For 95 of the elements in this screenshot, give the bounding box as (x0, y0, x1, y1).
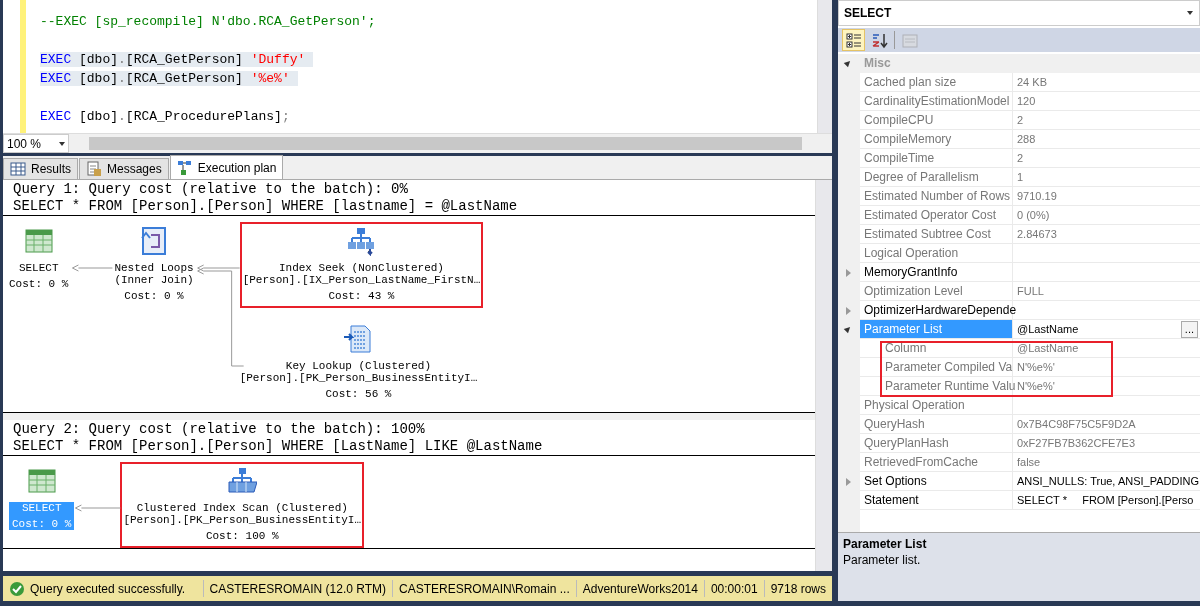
property-name[interactable]: Parameter Runtime Valu (860, 377, 1013, 396)
status-field: CASTERESROMAIN\Romain ... (399, 581, 570, 596)
index-scan-icon (227, 466, 258, 496)
property-value: SELECT * FROM [Person].[Perso (1017, 493, 1194, 508)
code-line: EXEC [dbo].[RCA_ProcedurePlans]; (40, 109, 290, 124)
operator-label[interactable]: Clustered Index Scan (Clustered) [Person].[PK_Person_BusinessEntityI… Cost: 100 % (123, 502, 362, 542)
property-value: 2 (1017, 113, 1024, 128)
connector-arrow (74, 504, 121, 512)
property-name[interactable]: Estimated Number of Rows (860, 187, 1013, 206)
property-value: ANSI_NULLS: True, ANSI_PADDING (1017, 474, 1199, 489)
property-name[interactable]: CompileMemory (860, 130, 1013, 149)
operator-label[interactable]: Nested Loops (Inner Join) Cost: 0 % (114, 262, 194, 302)
lookup-icon (343, 324, 374, 354)
property-name[interactable]: CardinalityEstimationModel (860, 92, 1013, 111)
query-cost-text: Query 2: Query cost (relative to the batch): 100% (12, 420, 426, 438)
operator-label[interactable]: Index Seek (NonClustered) [Person].[IX_Person_LastName_FirstN… Cost: 43 % (242, 262, 481, 302)
page-icon (901, 31, 918, 49)
code-line: --EXEC [sp_recompile] N'dbo.RCA_GetPerson'; (40, 14, 376, 29)
tab[interactable]: Results (3, 158, 78, 179)
plan-icon (176, 159, 193, 176)
property-name[interactable]: RetrievedFromCache (860, 453, 1013, 472)
zoom-dropdown[interactable]: 100 % (3, 134, 69, 153)
connector-arrow (71, 264, 113, 272)
property-value: 2 (1017, 151, 1024, 166)
property-value: 9710.19 (1017, 189, 1057, 204)
property-value: @LastName (1017, 322, 1079, 337)
caret-icon (59, 141, 65, 146)
operator-label[interactable]: SELECT Cost: 0 % (9, 262, 69, 290)
property-value: N'%e%' (1017, 379, 1055, 394)
category-name: Misc (860, 54, 1200, 73)
property-value: false (1017, 455, 1041, 470)
operator-label[interactable]: Key Lookup (Clustered) [Person].[PK_Person_BusinessEntityI… Cost: 56 % (239, 360, 478, 400)
property-value: 0xF27FB7B362CFE7E3 (1017, 436, 1135, 451)
editor-scrollbar[interactable] (817, 0, 832, 133)
plan-operator[interactable]: Clustered Index Scan (Clustered) [Person].[PK_Person_BusinessEntityI… Cost: 100 % (120, 462, 365, 548)
property-name[interactable]: Physical Operation (860, 396, 1013, 415)
property-name[interactable]: Estimated Operator Cost (860, 206, 1013, 225)
tab[interactable]: Execution plan (169, 155, 284, 179)
status-message: Query executed successfully. (30, 581, 186, 596)
expand-icon[interactable] (846, 478, 851, 486)
grid-icon (10, 161, 26, 177)
caret-icon (1187, 11, 1193, 15)
list-icon (845, 31, 862, 49)
property-value: 0x7B4C98F75C5F9D2A (1017, 417, 1136, 432)
property-name[interactable]: Estimated Subtree Cost (860, 225, 1013, 244)
property-value: N'%e%' (1017, 360, 1055, 375)
property-value: 1 (1017, 170, 1024, 185)
expand-icon[interactable] (846, 307, 851, 315)
expand-icon[interactable] (846, 269, 851, 277)
property-name[interactable]: CompileCPU (860, 111, 1013, 130)
plan-scrollbar[interactable] (815, 180, 832, 571)
property-name[interactable]: Logical Operation (860, 244, 1013, 263)
property-name[interactable]: CompileTime (860, 149, 1013, 168)
index-tree-icon (346, 226, 377, 256)
plan-operator[interactable]: Nested Loops (Inner Join) Cost: 0 % (114, 222, 194, 308)
plan-operator[interactable]: Index Seek (NonClustered) [Person].[IX_Person_LastName_FirstN… Cost: 43 % (239, 222, 484, 308)
table-icon (23, 226, 54, 256)
property-value: 288 (1017, 132, 1036, 147)
success-icon (9, 580, 25, 597)
property-value: 24 KB (1017, 75, 1047, 90)
property-name[interactable]: Cached plan size (860, 73, 1013, 92)
property-value: 0 (0%) (1017, 208, 1050, 223)
status-field: 00:00:01 (710, 581, 758, 596)
code-editor[interactable]: --EXEC [sp_recompile] N'dbo.RCA_GetPerson'; EXEC [dbo].[RCA_GetPerson] 'Duffy' EXEC [dbo].[RCA_GetPerson] '%e%' EXEC [dbo].[RCA_ProcedurePlans]; (3, 0, 832, 133)
property-name[interactable]: Parameter Compiled Va (860, 358, 1013, 377)
horizontal-scrollbar[interactable] (89, 137, 802, 150)
categorized-button[interactable] (842, 29, 865, 51)
object-dropdown[interactable]: SELECT (838, 0, 1200, 26)
tab[interactable]: Messages (79, 158, 169, 179)
status-field: AdventureWorks2014 (582, 581, 698, 596)
property-value: FULL (1017, 284, 1044, 299)
table-icon (26, 466, 57, 496)
property-name[interactable]: MemoryGrantInfo (860, 263, 1013, 282)
status-field: 9718 rows (770, 581, 826, 596)
sort-icon (871, 31, 888, 49)
description-text: Parameter list. (843, 553, 922, 567)
query-cost-text: Query 1: Query cost (relative to the batch): 0% (12, 180, 409, 198)
status-field: CASTERESROMAIN (12.0 RTM) (209, 581, 386, 596)
property-value: 2.84673 (1017, 227, 1057, 242)
property-value: @LastName (1017, 341, 1079, 356)
query-text: SELECT * FROM [Person].[Person] WHERE [LastName] LIKE @LastName (3, 438, 815, 456)
property-name[interactable]: Statement (860, 491, 1013, 510)
plan-operator[interactable]: SELECT Cost: 0 % (9, 222, 69, 296)
plan-operator[interactable]: Key Lookup (Clustered) [Person].[PK_Person_BusinessEntityI… Cost: 56 % (239, 320, 478, 406)
ellipsis-button[interactable]: ... (1180, 321, 1198, 338)
description-title: Parameter List (843, 537, 928, 551)
property-name[interactable]: Column (860, 339, 1013, 358)
property-name[interactable]: QueryPlanHash (860, 434, 1013, 453)
property-name[interactable]: Optimization Level (860, 282, 1013, 301)
property-name[interactable]: QueryHash (860, 415, 1013, 434)
query-text: SELECT * FROM [Person].[Person] WHERE [lastname] = @LastName (3, 198, 815, 216)
property-value: 120 (1017, 94, 1036, 109)
document-icon (86, 161, 102, 177)
property-name[interactable]: Set Options (860, 472, 1013, 491)
property-name[interactable]: Degree of Parallelism (860, 168, 1013, 187)
